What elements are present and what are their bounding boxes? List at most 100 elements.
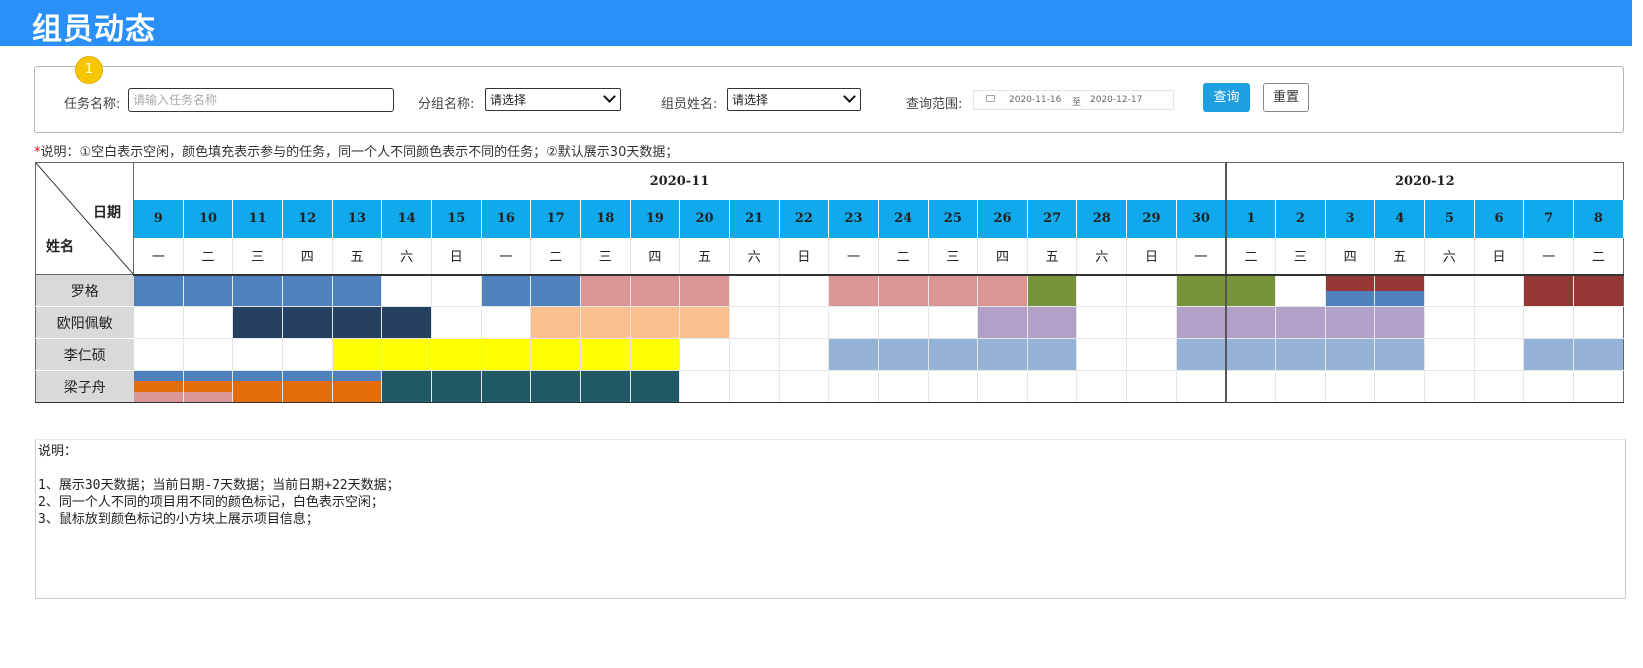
day-cell [1275, 274, 1326, 307]
task-block[interactable] [878, 339, 928, 370]
task-block[interactable] [630, 275, 679, 306]
task-block[interactable] [1227, 275, 1275, 306]
task-block[interactable] [580, 371, 630, 402]
task-block[interactable] [133, 391, 183, 402]
day-cell [630, 274, 681, 307]
task-block[interactable] [1325, 275, 1374, 291]
task-block[interactable] [431, 339, 481, 370]
task-block[interactable] [1176, 339, 1225, 370]
task-block[interactable] [531, 371, 580, 402]
task-block[interactable] [183, 371, 232, 382]
task-block[interactable] [1524, 275, 1573, 306]
task-block[interactable] [332, 307, 381, 338]
task-block[interactable] [1227, 307, 1275, 338]
task-block[interactable] [1524, 339, 1573, 370]
date-range-picker[interactable]: 2020-11-16 至 2020-12-17 [973, 90, 1174, 110]
task-block[interactable] [1325, 307, 1374, 338]
task-block[interactable] [1325, 290, 1374, 306]
day-cell [332, 274, 383, 307]
task-block[interactable] [183, 275, 232, 306]
task-block[interactable] [1027, 275, 1076, 306]
task-block[interactable] [233, 307, 282, 338]
chevron-down-icon [843, 90, 856, 103]
day-cell [729, 274, 780, 307]
day-cell [530, 274, 581, 307]
task-block[interactable] [1375, 339, 1424, 370]
task-block[interactable] [282, 381, 332, 402]
task-block[interactable] [630, 339, 679, 370]
group-select[interactable]: 请选择 [485, 88, 621, 111]
task-block[interactable] [1176, 307, 1225, 338]
task-block[interactable] [282, 371, 332, 382]
task-block[interactable] [531, 307, 580, 338]
task-name-input[interactable] [128, 88, 394, 112]
task-block[interactable] [531, 275, 580, 306]
task-block[interactable] [630, 371, 679, 402]
task-block[interactable] [1027, 307, 1076, 338]
task-block[interactable] [382, 371, 431, 402]
task-block[interactable] [183, 391, 232, 402]
day-cell [1325, 274, 1376, 307]
note-text: 说明：①空白表示空闲，颜色填充表示参与的任务，同一个人不同颜色表示不同的任务；②… [40, 145, 679, 160]
task-block[interactable] [332, 275, 381, 306]
task-block[interactable] [1574, 275, 1623, 306]
task-block[interactable] [978, 307, 1027, 338]
day-cell [1424, 338, 1475, 371]
task-block[interactable] [133, 381, 183, 392]
weekday-label: 二 [1224, 237, 1277, 276]
task-block[interactable] [928, 339, 977, 370]
day-cell [1126, 338, 1177, 371]
task-block[interactable] [829, 339, 878, 370]
task-block[interactable] [1375, 275, 1424, 291]
task-block[interactable] [282, 307, 332, 338]
task-block[interactable] [481, 275, 530, 306]
task-block[interactable] [829, 275, 878, 306]
task-block[interactable] [580, 275, 630, 306]
task-block[interactable] [431, 371, 481, 402]
task-block[interactable] [1227, 339, 1275, 370]
task-block[interactable] [133, 275, 183, 306]
grid-corner: 日期 姓名 [35, 162, 134, 275]
task-block[interactable] [580, 307, 630, 338]
task-block[interactable] [233, 381, 282, 402]
task-block[interactable] [1276, 339, 1325, 370]
task-block[interactable] [382, 307, 431, 338]
task-block[interactable] [680, 307, 729, 338]
task-block[interactable] [1027, 339, 1076, 370]
task-block[interactable] [382, 339, 431, 370]
task-block[interactable] [233, 275, 282, 306]
task-block[interactable] [1176, 275, 1225, 306]
task-block[interactable] [878, 275, 928, 306]
task-block[interactable] [332, 381, 381, 402]
day-cell [977, 306, 1028, 339]
member-select[interactable]: 请选择 [727, 88, 861, 111]
task-block[interactable] [1574, 339, 1623, 370]
task-block[interactable] [680, 275, 729, 306]
task-block[interactable] [978, 339, 1027, 370]
task-block[interactable] [1325, 339, 1374, 370]
weekday-label: 四 [282, 237, 333, 276]
task-block[interactable] [1375, 307, 1424, 338]
task-block[interactable] [332, 339, 381, 370]
day-cell [679, 370, 730, 403]
task-block[interactable] [183, 381, 232, 392]
task-block[interactable] [580, 339, 630, 370]
day-cell [779, 274, 830, 307]
task-block[interactable] [978, 275, 1027, 306]
day-cell [282, 274, 333, 307]
task-block[interactable] [928, 275, 977, 306]
day-cell [729, 306, 780, 339]
task-block[interactable] [630, 307, 679, 338]
weekday-label: 二 [530, 237, 581, 276]
task-block[interactable] [531, 339, 580, 370]
reset-button[interactable]: 重置 [1263, 83, 1309, 112]
task-block[interactable] [133, 371, 183, 382]
task-block[interactable] [481, 339, 530, 370]
task-block[interactable] [233, 371, 282, 382]
query-button[interactable]: 查询 [1203, 83, 1250, 112]
task-block[interactable] [282, 275, 332, 306]
task-block[interactable] [1375, 290, 1424, 306]
task-block[interactable] [1276, 307, 1325, 338]
task-block[interactable] [481, 371, 530, 402]
task-block[interactable] [332, 371, 381, 382]
